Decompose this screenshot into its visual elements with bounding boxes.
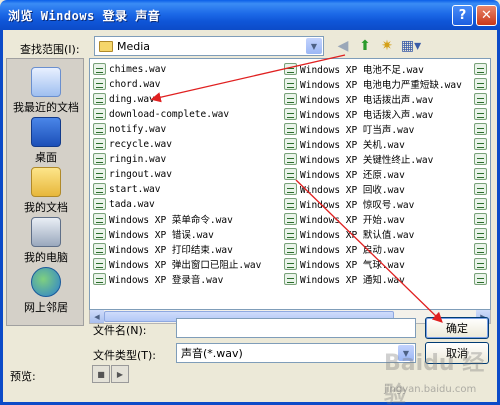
arrow-to-ok	[295, 179, 443, 323]
arrow-to-ding	[150, 54, 346, 103]
annotation-arrows	[150, 54, 443, 323]
